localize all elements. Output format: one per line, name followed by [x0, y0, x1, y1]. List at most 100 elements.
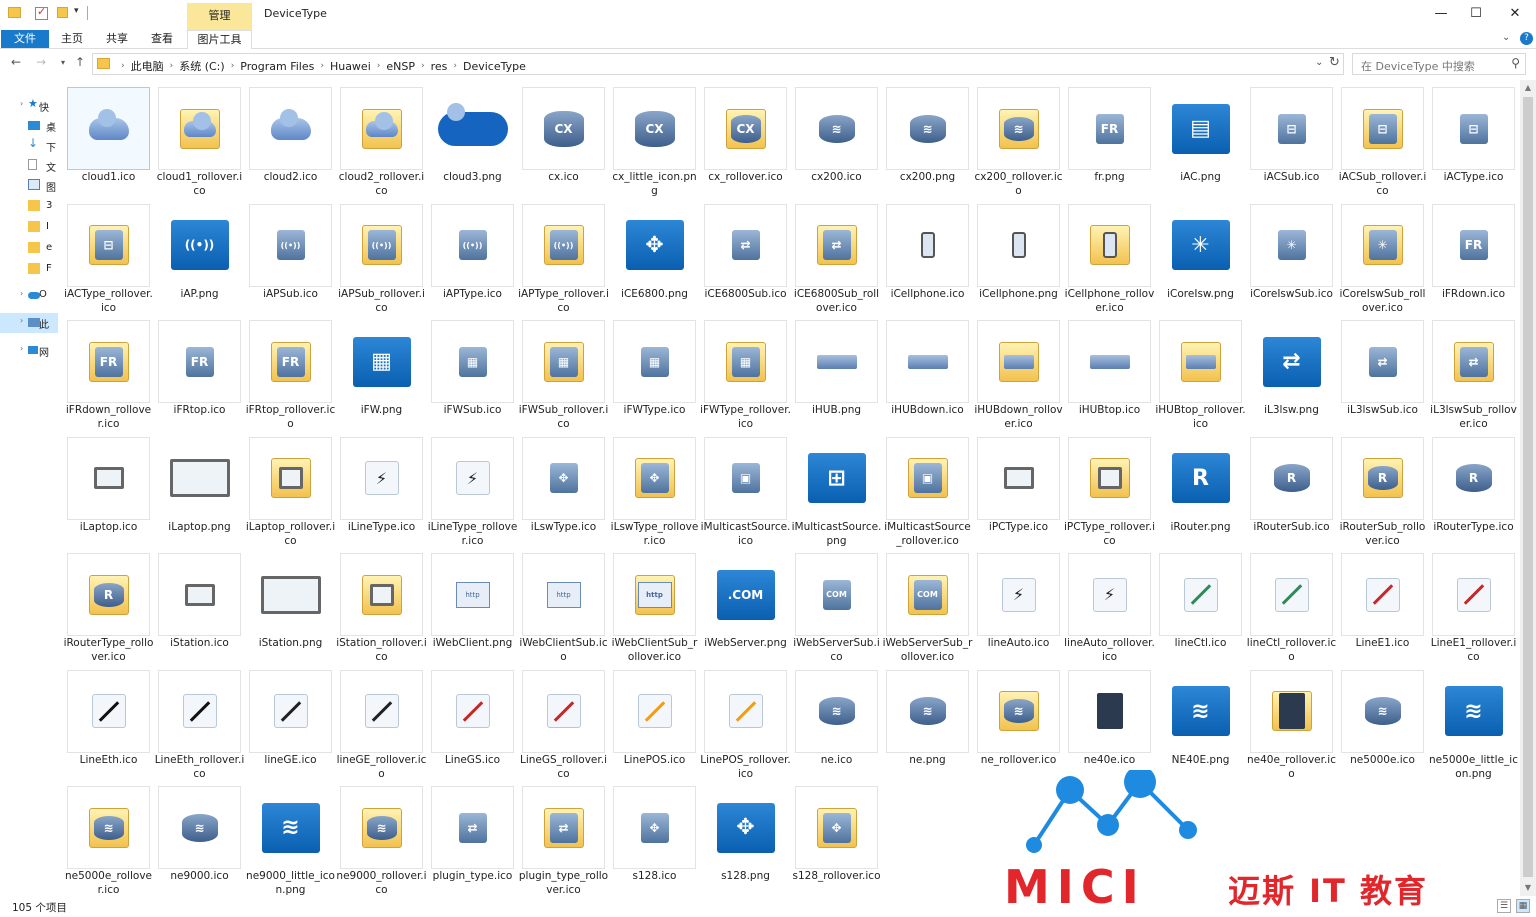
file-item[interactable]: ≋ ne.ico [791, 663, 882, 780]
file-item[interactable]: FR iFRdown.ico [1428, 197, 1519, 314]
file-item[interactable]: cloud1.ico [63, 80, 154, 197]
file-item[interactable]: lineCtl_rollover.ico [1246, 546, 1337, 663]
file-item[interactable]: ▤ iAC.png [1155, 80, 1246, 197]
file-item[interactable]: ✥ iLswType_rollover.ico [609, 430, 700, 547]
expand-ribbon-chevron-icon[interactable]: ⌄ [1502, 32, 1510, 43]
file-item[interactable]: iHUB.png [791, 313, 882, 430]
file-item[interactable]: LineE1.ico [1337, 546, 1428, 663]
file-thumbnail[interactable] [613, 669, 696, 753]
breadcrumb-res[interactable]: res [431, 60, 448, 73]
file-item[interactable]: ✥ iCE6800.png [609, 197, 700, 314]
customize-quick-access-icon[interactable]: ▾ [74, 6, 79, 16]
chevron-right-icon[interactable]: › [20, 316, 23, 325]
breadcrumb-ensp[interactable]: eNSP [386, 60, 415, 73]
maximize-button[interactable]: ☐ [1461, 4, 1491, 24]
file-thumbnail[interactable]: ✥ [704, 786, 787, 869]
back-arrow-icon[interactable]: ← [8, 55, 24, 69]
file-thumbnail[interactable] [886, 320, 969, 403]
file-item[interactable]: ▦ iFWType_rollover.ico [700, 313, 791, 430]
breadcrumb-this-pc[interactable]: 此电脑 [131, 58, 164, 74]
sidebar-item-quick-access[interactable]: › ★ 快 [0, 96, 58, 116]
file-thumbnail[interactable]: ((•)) [249, 203, 332, 287]
file-item[interactable]: iCellphone.ico [882, 197, 973, 314]
new-folder-icon[interactable] [57, 7, 68, 18]
file-item[interactable]: ⚡ iLineType_rollover.ico [427, 430, 518, 547]
file-thumbnail[interactable] [67, 669, 150, 753]
file-thumbnail[interactable]: FR [1068, 87, 1151, 170]
file-item[interactable]: ▣ iMulticastSource.ico [700, 430, 791, 547]
file-item[interactable]: CX cx_little_icon.png [609, 80, 700, 197]
file-item[interactable]: ne40e_rollover.ico [1246, 663, 1337, 780]
file-thumbnail[interactable]: ((•)) [522, 203, 605, 287]
file-thumbnail[interactable] [704, 669, 787, 753]
file-thumbnail[interactable]: ≋ [249, 786, 332, 869]
file-item[interactable]: ⇄ iCE6800Sub.ico [700, 197, 791, 314]
file-item[interactable]: LineE1_rollover.ico [1428, 546, 1519, 663]
file-thumbnail[interactable]: ((•)) [158, 204, 241, 287]
up-arrow-icon[interactable]: ↑ [72, 55, 88, 69]
file-item[interactable]: ✳ iCoreIsw.png [1155, 197, 1246, 314]
file-thumbnail[interactable]: FR [67, 320, 150, 403]
file-item[interactable]: ≋ cx200.png [882, 80, 973, 197]
file-item[interactable]: iStation_rollover.ico [336, 546, 427, 663]
file-thumbnail[interactable]: ≋ [1432, 670, 1515, 753]
file-thumbnail[interactable]: ≋ [795, 669, 878, 753]
file-item[interactable]: http iWebClient.png [427, 546, 518, 663]
file-thumbnail[interactable] [1068, 436, 1151, 520]
file-thumbnail[interactable] [67, 436, 150, 520]
chevron-right-icon[interactable]: › [421, 61, 425, 71]
file-thumbnail[interactable] [1432, 553, 1515, 636]
scroll-down-icon[interactable]: ▼ [1520, 880, 1536, 896]
chevron-right-icon[interactable]: › [20, 289, 23, 298]
address-history-chevron-icon[interactable]: ⌄ [1315, 57, 1323, 68]
file-item[interactable]: ⊞ iMulticastSource.png [791, 430, 882, 547]
file-thumbnail[interactable]: R [67, 553, 150, 636]
details-view-icon[interactable]: ☰ [1497, 899, 1511, 913]
file-item[interactable]: LinePOS_rollover.ico [700, 663, 791, 780]
file-item[interactable]: LineEth.ico [63, 663, 154, 780]
file-thumbnail[interactable]: ▦ [704, 320, 787, 403]
file-thumbnail[interactable]: ≋ [795, 87, 878, 170]
file-item[interactable]: LineGS_rollover.ico [518, 663, 609, 780]
file-item[interactable]: ✥ s128.ico [609, 779, 700, 896]
file-thumbnail[interactable]: R [1341, 436, 1424, 520]
file-thumbnail[interactable]: ≋ [1159, 670, 1242, 753]
file-item[interactable]: ✳ iCoreIswSub_rollover.ico [1337, 197, 1428, 314]
file-thumbnail[interactable]: ⚡ [340, 436, 423, 520]
file-item[interactable]: ≋ ne9000.ico [154, 779, 245, 896]
file-item[interactable]: ⚡ iLineType.ico [336, 430, 427, 547]
breadcrumb-program-files[interactable]: Program Files [240, 60, 314, 73]
file-thumbnail[interactable] [249, 553, 332, 636]
file-thumbnail[interactable] [1068, 320, 1151, 403]
file-thumbnail[interactable]: COM [795, 553, 878, 636]
breadcrumb-system-c[interactable]: 系统 (C:) [179, 58, 224, 74]
file-item[interactable]: ⇄ plugin_type.ico [427, 779, 518, 896]
file-thumbnail[interactable]: ▤ [1159, 87, 1242, 170]
file-thumbnail[interactable] [158, 669, 241, 753]
file-thumbnail[interactable]: ≋ [340, 786, 423, 869]
help-icon[interactable]: ? [1520, 32, 1533, 45]
file-item[interactable]: iCellphone_rollover.ico [1064, 197, 1155, 314]
file-item[interactable]: ((•)) iAP.png [154, 197, 245, 314]
minimize-button[interactable]: — [1426, 4, 1456, 24]
file-thumbnail[interactable] [522, 669, 605, 753]
file-thumbnail[interactable]: ▣ [886, 436, 969, 520]
file-thumbnail[interactable] [1341, 553, 1424, 636]
file-thumbnail[interactable]: ⊞ [795, 437, 878, 520]
manage-contextual-tab[interactable]: 管理 [187, 3, 252, 30]
file-item[interactable]: LinePOS.ico [609, 663, 700, 780]
file-thumbnail[interactable]: .COM [704, 553, 787, 636]
file-thumbnail[interactable]: ✥ [613, 436, 696, 520]
file-thumbnail[interactable]: FR [158, 320, 241, 403]
breadcrumb-devicetype[interactable]: DeviceType [463, 60, 526, 73]
file-item[interactable]: .COM iWebServer.png [700, 546, 791, 663]
file-item[interactable]: ≋ ne5000e_little_icon.png [1428, 663, 1519, 780]
file-thumbnail[interactable]: ≋ [886, 87, 969, 170]
file-item[interactable]: ⚡ lineAuto.ico [973, 546, 1064, 663]
file-item[interactable]: iPCType.ico [973, 430, 1064, 547]
file-item[interactable]: COM iWebServerSub_rollover.ico [882, 546, 973, 663]
file-thumbnail[interactable] [886, 203, 969, 287]
file-item[interactable]: RiRouter.png [1155, 430, 1246, 547]
sidebar-item-folder-i[interactable]: I [0, 218, 58, 238]
sidebar-item-documents[interactable]: 文 [0, 156, 58, 176]
